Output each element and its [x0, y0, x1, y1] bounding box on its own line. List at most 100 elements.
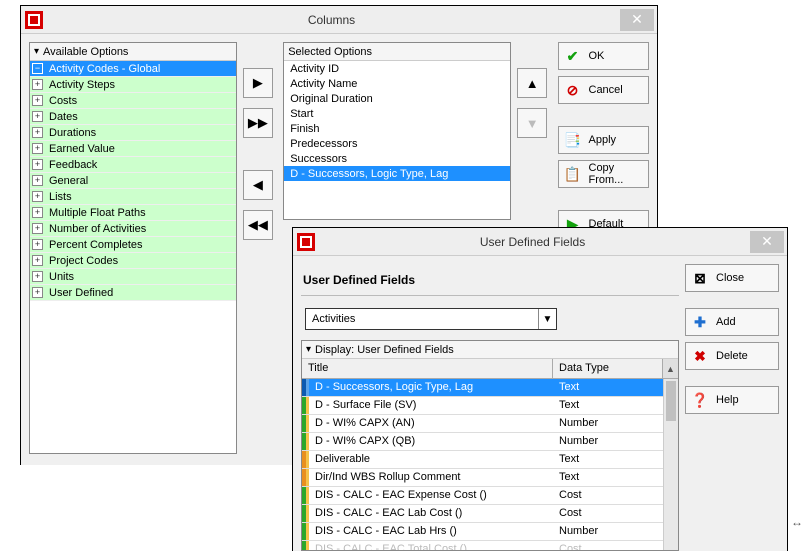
tree-row[interactable]: + General [30, 173, 236, 189]
copy-from-button[interactable]: 📋 Copy From... [558, 160, 650, 188]
close-label: Close [716, 272, 744, 284]
ok-button[interactable]: ✔ OK [558, 42, 650, 70]
tree-expander-icon[interactable]: + [32, 79, 43, 90]
tree-row[interactable]: +Earned Value [30, 141, 236, 157]
table-row[interactable]: DIS - CALC - EAC Lab Hrs ()Number [302, 523, 663, 541]
tree-expander-icon[interactable]: + [32, 287, 43, 298]
udf-titlebar-close-button[interactable]: ✕ [750, 231, 784, 253]
help-label: Help [716, 394, 739, 406]
tree-expander-icon[interactable]: + [32, 207, 43, 218]
columns-close-button[interactable]: ✕ [620, 9, 654, 31]
tree-expander-icon[interactable]: + [32, 95, 43, 106]
udf-action-buttons: ⊠ Close ✚ Add ✖ Delete ❓ Help [685, 264, 779, 551]
tree-row[interactable]: +Dates [30, 109, 236, 125]
cell-data-type: Cost [553, 487, 663, 504]
scrollbar-thumb[interactable] [666, 381, 676, 421]
apply-label: Apply [589, 134, 617, 146]
cell-data-type: Text [553, 451, 663, 468]
tree-row[interactable]: +Feedback [30, 157, 236, 173]
list-item[interactable]: Activity Name [284, 76, 510, 91]
tree-expander-icon[interactable]: + [32, 143, 43, 154]
list-item[interactable]: Predecessors [284, 136, 510, 151]
table-row[interactable]: D - WI% CAPX (AN)Number [302, 415, 663, 433]
cell-data-type: Number [553, 415, 663, 432]
help-icon: ❓ [692, 392, 708, 408]
udf-grid-body[interactable]: D - Successors, Logic Type, LagTextD - S… [302, 379, 678, 550]
cancel-icon [565, 82, 581, 98]
tree-expander-icon[interactable]: + [32, 191, 43, 202]
tree-row[interactable]: +Activity Steps [30, 77, 236, 93]
tree-expander-icon[interactable]: + [32, 239, 43, 250]
cell-data-type: Number [553, 433, 663, 450]
cell-title: DIS - CALC - EAC Lab Cost () [309, 505, 553, 522]
move-up-button[interactable]: ▲ [517, 68, 547, 98]
apply-button[interactable]: 📑 Apply [558, 126, 650, 154]
tree-expander-icon[interactable]: + [32, 159, 43, 170]
list-item[interactable]: Finish [284, 121, 510, 136]
move-right-all-button[interactable]: ▶▶ [243, 108, 273, 138]
tree-expander-icon[interactable]: + [32, 111, 43, 122]
udf-display-bar[interactable]: ▾ Display: User Defined Fields [302, 341, 678, 359]
list-item[interactable]: D - Successors, Logic Type, Lag [284, 166, 510, 181]
udf-heading: User Defined Fields [301, 264, 679, 296]
selected-options-label: Selected Options [288, 46, 372, 58]
list-item[interactable]: Start [284, 106, 510, 121]
move-down-button[interactable]: ▼ [517, 108, 547, 138]
delete-button[interactable]: ✖ Delete [685, 342, 779, 370]
tree-expander-icon[interactable]: + [32, 223, 43, 234]
table-row[interactable]: D - WI% CAPX (QB)Number [302, 433, 663, 451]
tree-row[interactable]: +Number of Activities [30, 221, 236, 237]
cell-data-type: Cost [553, 541, 663, 550]
tree-expander-icon[interactable]: + [32, 175, 43, 186]
cancel-button[interactable]: Cancel [558, 76, 650, 104]
tree-row[interactable]: +Percent Completes [30, 237, 236, 253]
tree-row[interactable]: +Multiple Float Paths [30, 205, 236, 221]
move-left-button[interactable]: ◀ [243, 170, 273, 200]
list-item[interactable]: Original Duration [284, 91, 510, 106]
table-row[interactable]: Dir/Ind WBS Rollup CommentText [302, 469, 663, 487]
tree-row[interactable]: +Durations [30, 125, 236, 141]
selected-options-panel: Selected Options Activity IDActivity Nam… [283, 42, 511, 220]
table-row[interactable]: DIS - CALC - EAC Total Cost ()Cost [302, 541, 663, 550]
tree-row[interactable]: +Costs [30, 93, 236, 109]
add-button[interactable]: ✚ Add [685, 308, 779, 336]
scroll-up-button[interactable]: ▲ [663, 359, 678, 378]
columns-title: Columns [43, 13, 620, 27]
cell-data-type: Cost [553, 505, 663, 522]
table-row[interactable]: DIS - CALC - EAC Lab Cost ()Cost [302, 505, 663, 523]
apply-icon: 📑 [565, 132, 581, 148]
scrollbar[interactable] [663, 379, 678, 550]
table-row[interactable]: DeliverableText [302, 451, 663, 469]
column-header-data-type[interactable]: Data Type [553, 359, 663, 378]
table-row[interactable]: DIS - CALC - EAC Expense Cost ()Cost [302, 487, 663, 505]
tree-row[interactable]: +Lists [30, 189, 236, 205]
udf-titlebar: User Defined Fields ✕ [293, 228, 787, 256]
tree-expander-icon[interactable]: − [32, 63, 43, 74]
tree-row[interactable]: + User Defined [30, 285, 236, 301]
tree-expander-icon[interactable]: + [32, 255, 43, 266]
column-header-title[interactable]: Title [302, 359, 553, 378]
table-row[interactable]: D - Surface File (SV)Text [302, 397, 663, 415]
udf-select-value: Activities [312, 313, 355, 325]
tree-row[interactable]: +Units [30, 269, 236, 285]
oracle-icon [297, 233, 315, 251]
tree-row-label: General [49, 175, 88, 187]
tree-row[interactable]: +Project Codes [30, 253, 236, 269]
close-button[interactable]: ⊠ Close [685, 264, 779, 292]
selected-options-list[interactable]: Activity IDActivity NameOriginal Duratio… [284, 61, 510, 219]
tree-row-label: User Defined [49, 287, 113, 299]
tree-expander-icon[interactable]: + [32, 127, 43, 138]
help-button[interactable]: ❓ Help [685, 386, 779, 414]
list-item[interactable]: Activity ID [284, 61, 510, 76]
tree-row-label: Activity Codes - Global [49, 63, 160, 75]
udf-subject-select[interactable]: Activities ▼ [305, 308, 557, 330]
tree-row[interactable]: −Activity Codes - Global [30, 61, 236, 77]
tree-expander-icon[interactable]: + [32, 271, 43, 282]
available-options-header[interactable]: ▾ Available Options [30, 43, 236, 61]
table-row[interactable]: D - Successors, Logic Type, LagText [302, 379, 663, 397]
columns-titlebar: Columns ✕ [21, 6, 657, 34]
move-right-button[interactable]: ▶ [243, 68, 273, 98]
available-options-tree[interactable]: −Activity Codes - Global+Activity Steps+… [30, 61, 236, 453]
move-left-all-button[interactable]: ◀◀ [243, 210, 273, 240]
list-item[interactable]: Successors [284, 151, 510, 166]
